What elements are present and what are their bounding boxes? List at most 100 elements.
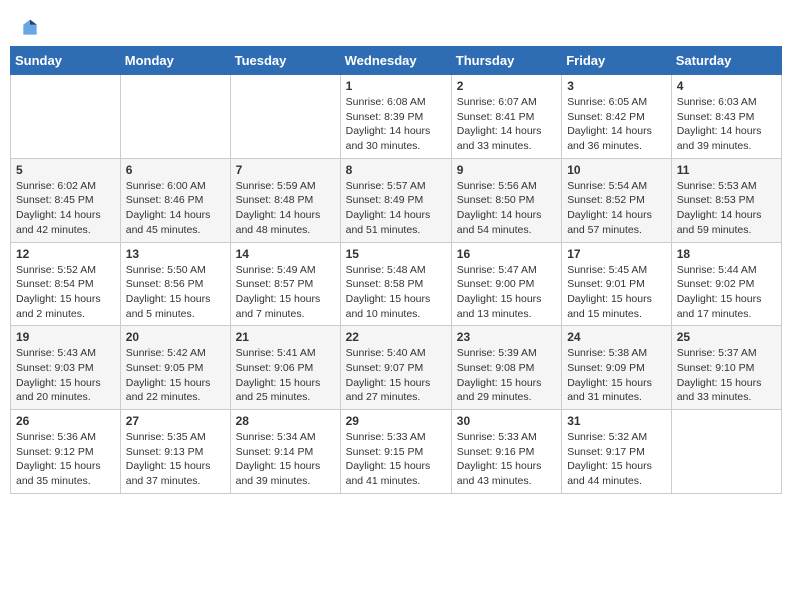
day-number: 27	[126, 414, 225, 428]
day-number: 26	[16, 414, 115, 428]
day-info: Sunrise: 5:54 AM Sunset: 8:52 PM Dayligh…	[567, 179, 666, 238]
day-number: 9	[457, 163, 556, 177]
calendar-cell: 14 Sunrise: 5:49 AM Sunset: 8:57 PM Dayli…	[230, 242, 340, 326]
day-number: 1	[346, 79, 446, 93]
day-number: 21	[236, 330, 335, 344]
week-row-3: 12 Sunrise: 5:52 AM Sunset: 8:54 PM Dayli…	[11, 242, 782, 326]
day-info: Sunrise: 5:42 AM Sunset: 9:05 PM Dayligh…	[126, 346, 225, 405]
day-number: 28	[236, 414, 335, 428]
calendar-cell	[11, 75, 121, 159]
day-info: Sunrise: 5:59 AM Sunset: 8:48 PM Dayligh…	[236, 179, 335, 238]
day-info: Sunrise: 5:53 AM Sunset: 8:53 PM Dayligh…	[677, 179, 776, 238]
day-number: 10	[567, 163, 666, 177]
day-number: 25	[677, 330, 776, 344]
day-info: Sunrise: 5:33 AM Sunset: 9:15 PM Dayligh…	[346, 430, 446, 489]
day-number: 14	[236, 247, 335, 261]
day-info: Sunrise: 5:44 AM Sunset: 9:02 PM Dayligh…	[677, 263, 776, 322]
weekday-header-wednesday: Wednesday	[340, 47, 451, 75]
day-number: 13	[126, 247, 225, 261]
calendar-cell: 25 Sunrise: 5:37 AM Sunset: 9:10 PM Dayli…	[671, 326, 781, 410]
day-number: 23	[457, 330, 556, 344]
calendar-cell: 15 Sunrise: 5:48 AM Sunset: 8:58 PM Dayli…	[340, 242, 451, 326]
day-info: Sunrise: 5:41 AM Sunset: 9:06 PM Dayligh…	[236, 346, 335, 405]
calendar-cell: 20 Sunrise: 5:42 AM Sunset: 9:05 PM Dayli…	[120, 326, 230, 410]
day-info: Sunrise: 5:34 AM Sunset: 9:14 PM Dayligh…	[236, 430, 335, 489]
calendar-cell: 13 Sunrise: 5:50 AM Sunset: 8:56 PM Dayli…	[120, 242, 230, 326]
calendar-cell: 4Sunrise: 6:03 AM Sunset: 8:43 PM Daylig…	[671, 75, 781, 159]
day-number: 4	[677, 79, 776, 93]
day-number: 7	[236, 163, 335, 177]
day-info: Sunrise: 5:52 AM Sunset: 8:54 PM Dayligh…	[16, 263, 115, 322]
day-info: Sunrise: 5:48 AM Sunset: 8:58 PM Dayligh…	[346, 263, 446, 322]
day-info: Sunrise: 5:57 AM Sunset: 8:49 PM Dayligh…	[346, 179, 446, 238]
weekday-header-thursday: Thursday	[451, 47, 561, 75]
day-info: Sunrise: 5:33 AM Sunset: 9:16 PM Dayligh…	[457, 430, 556, 489]
day-info: Sunrise: 6:07 AM Sunset: 8:41 PM Dayligh…	[457, 95, 556, 154]
day-number: 29	[346, 414, 446, 428]
page-header	[10, 10, 782, 42]
day-number: 18	[677, 247, 776, 261]
day-number: 22	[346, 330, 446, 344]
day-number: 24	[567, 330, 666, 344]
day-number: 12	[16, 247, 115, 261]
calendar-cell: 28 Sunrise: 5:34 AM Sunset: 9:14 PM Dayli…	[230, 410, 340, 494]
calendar-cell: 10 Sunrise: 5:54 AM Sunset: 8:52 PM Dayli…	[562, 158, 672, 242]
calendar-cell: 21 Sunrise: 5:41 AM Sunset: 9:06 PM Dayli…	[230, 326, 340, 410]
day-number: 31	[567, 414, 666, 428]
day-info: Sunrise: 5:49 AM Sunset: 8:57 PM Dayligh…	[236, 263, 335, 322]
day-info: Sunrise: 5:38 AM Sunset: 9:09 PM Dayligh…	[567, 346, 666, 405]
day-number: 3	[567, 79, 666, 93]
day-info: Sunrise: 5:39 AM Sunset: 9:08 PM Dayligh…	[457, 346, 556, 405]
day-number: 17	[567, 247, 666, 261]
day-number: 19	[16, 330, 115, 344]
day-info: Sunrise: 6:00 AM Sunset: 8:46 PM Dayligh…	[126, 179, 225, 238]
weekday-header-sunday: Sunday	[11, 47, 121, 75]
calendar-cell: 31 Sunrise: 5:32 AM Sunset: 9:17 PM Dayli…	[562, 410, 672, 494]
weekday-header-tuesday: Tuesday	[230, 47, 340, 75]
calendar-cell	[671, 410, 781, 494]
calendar-cell: 3 Sunrise: 6:05 AM Sunset: 8:42 PM Daylig…	[562, 75, 672, 159]
calendar-cell: 8Sunrise: 5:57 AM Sunset: 8:49 PM Daylig…	[340, 158, 451, 242]
calendar-cell: 5 Sunrise: 6:02 AM Sunset: 8:45 PM Daylig…	[11, 158, 121, 242]
day-info: Sunrise: 5:50 AM Sunset: 8:56 PM Dayligh…	[126, 263, 225, 322]
day-number: 6	[126, 163, 225, 177]
calendar-cell: 17 Sunrise: 5:45 AM Sunset: 9:01 PM Dayli…	[562, 242, 672, 326]
day-info: Sunrise: 5:35 AM Sunset: 9:13 PM Dayligh…	[126, 430, 225, 489]
day-info: Sunrise: 5:37 AM Sunset: 9:10 PM Dayligh…	[677, 346, 776, 405]
calendar-cell	[230, 75, 340, 159]
week-row-4: 19 Sunrise: 5:43 AM Sunset: 9:03 PM Dayli…	[11, 326, 782, 410]
calendar-cell: 2 Sunrise: 6:07 AM Sunset: 8:41 PM Daylig…	[451, 75, 561, 159]
day-number: 15	[346, 247, 446, 261]
day-info: Sunrise: 5:47 AM Sunset: 9:00 PM Dayligh…	[457, 263, 556, 322]
calendar-cell	[120, 75, 230, 159]
calendar-cell: 23 Sunrise: 5:39 AM Sunset: 9:08 PM Dayli…	[451, 326, 561, 410]
calendar-cell: 1 Sunrise: 6:08 AM Sunset: 8:39 PM Daylig…	[340, 75, 451, 159]
day-number: 5	[16, 163, 115, 177]
calendar-cell: 27 Sunrise: 5:35 AM Sunset: 9:13 PM Dayli…	[120, 410, 230, 494]
day-number: 11	[677, 163, 776, 177]
day-number: 20	[126, 330, 225, 344]
calendar-cell: 22 Sunrise: 5:40 AM Sunset: 9:07 PM Dayli…	[340, 326, 451, 410]
week-row-5: 26Sunrise: 5:36 AM Sunset: 9:12 PM Dayli…	[11, 410, 782, 494]
calendar-table: SundayMondayTuesdayWednesdayThursdayFrid…	[10, 46, 782, 494]
day-info: Sunrise: 5:43 AM Sunset: 9:03 PM Dayligh…	[16, 346, 115, 405]
calendar-cell: 26Sunrise: 5:36 AM Sunset: 9:12 PM Dayli…	[11, 410, 121, 494]
calendar-cell: 7 Sunrise: 5:59 AM Sunset: 8:48 PM Daylig…	[230, 158, 340, 242]
calendar-cell: 11 Sunrise: 5:53 AM Sunset: 8:53 PM Dayli…	[671, 158, 781, 242]
weekday-header-row: SundayMondayTuesdayWednesdayThursdayFrid…	[11, 47, 782, 75]
logo	[20, 18, 44, 38]
weekday-header-friday: Friday	[562, 47, 672, 75]
day-number: 16	[457, 247, 556, 261]
day-number: 2	[457, 79, 556, 93]
day-info: Sunrise: 5:40 AM Sunset: 9:07 PM Dayligh…	[346, 346, 446, 405]
calendar-cell: 6 Sunrise: 6:00 AM Sunset: 8:46 PM Daylig…	[120, 158, 230, 242]
calendar-cell: 29 Sunrise: 5:33 AM Sunset: 9:15 PM Dayli…	[340, 410, 451, 494]
calendar-cell: 30Sunrise: 5:33 AM Sunset: 9:16 PM Dayli…	[451, 410, 561, 494]
week-row-2: 5 Sunrise: 6:02 AM Sunset: 8:45 PM Daylig…	[11, 158, 782, 242]
day-info: Sunrise: 6:05 AM Sunset: 8:42 PM Dayligh…	[567, 95, 666, 154]
day-info: Sunrise: 6:08 AM Sunset: 8:39 PM Dayligh…	[346, 95, 446, 154]
day-info: Sunrise: 6:02 AM Sunset: 8:45 PM Dayligh…	[16, 179, 115, 238]
calendar-cell: 9Sunrise: 5:56 AM Sunset: 8:50 PM Daylig…	[451, 158, 561, 242]
day-info: Sunrise: 5:32 AM Sunset: 9:17 PM Dayligh…	[567, 430, 666, 489]
day-info: Sunrise: 5:45 AM Sunset: 9:01 PM Dayligh…	[567, 263, 666, 322]
